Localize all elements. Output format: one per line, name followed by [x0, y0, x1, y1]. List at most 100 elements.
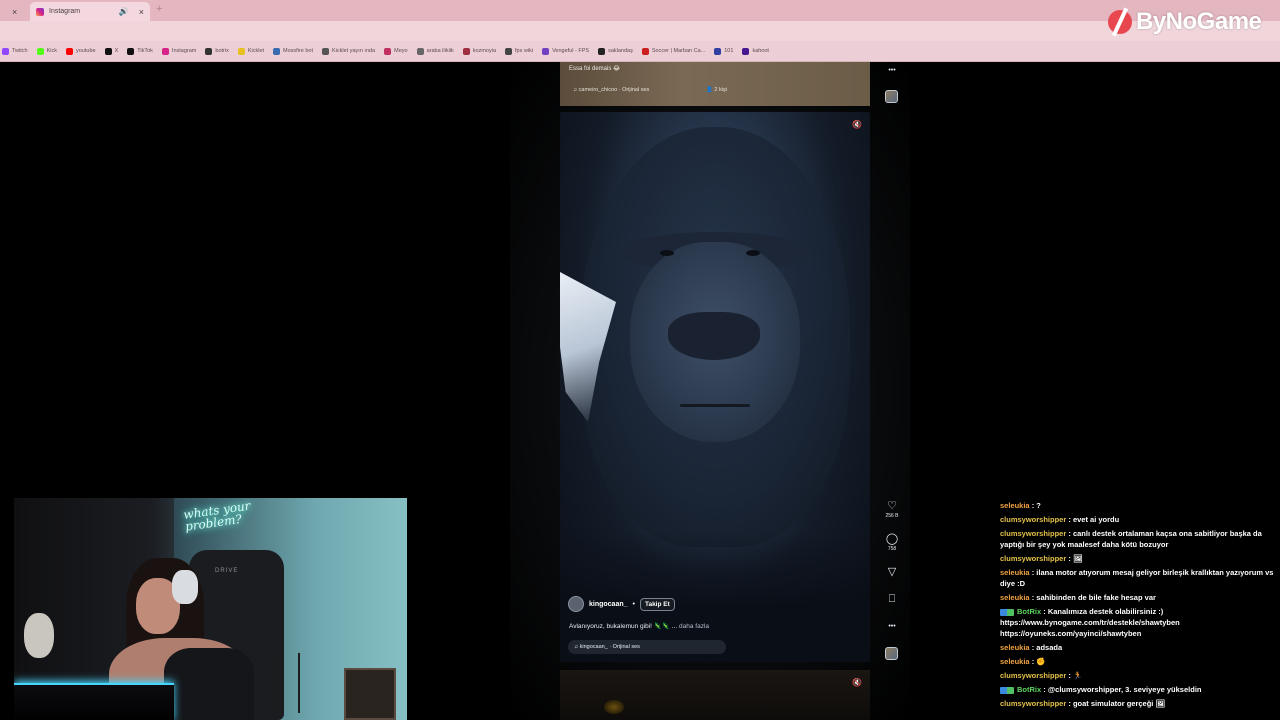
bookmark-favicon-icon — [237, 47, 245, 55]
bookmark-label: fps wiki — [515, 48, 534, 54]
chat-message: seleukia : adsada — [1000, 642, 1274, 653]
previous-reel-audio-label: cameiro_chicoo · Orijinal ses — [578, 87, 650, 93]
bookmark-item[interactable]: 101 — [714, 47, 734, 55]
chat-text: ? — [1036, 501, 1041, 510]
previous-reel-tagged-people[interactable]: 👤 2 kişi — [706, 87, 727, 93]
reel-audio-thumbnail[interactable] — [885, 647, 898, 660]
chat-separator: : — [1066, 671, 1073, 680]
address-bar[interactable] — [0, 21, 1280, 41]
gorilla-nose — [668, 312, 760, 360]
screen: × Instagram 🔊 × + Twitch Kick youtube X TikT… — [0, 0, 1280, 720]
chat-username[interactable]: seleukia — [1000, 643, 1030, 652]
bookmark-item[interactable]: TikTok — [127, 47, 153, 55]
chat-username[interactable]: clumsyworshipper — [1000, 529, 1066, 538]
bynogame-logo-icon — [1108, 10, 1132, 34]
comment-icon: ◯ — [885, 533, 899, 545]
bookmark-label: botrix — [215, 48, 229, 54]
chat-username[interactable]: clumsyworshipper — [1000, 671, 1066, 680]
browser-tab-bar: × Instagram 🔊 × + — [0, 0, 1280, 21]
bookmark-item[interactable]: Mossfire bot — [273, 47, 313, 55]
bookmark-item[interactable]: botrix — [205, 47, 229, 55]
bookmark-item[interactable]: Kick — [36, 47, 57, 55]
tripod — [276, 653, 300, 713]
chat-username[interactable]: seleukia — [1000, 593, 1030, 602]
chat-username[interactable]: seleukia — [1000, 501, 1030, 510]
share-button[interactable]: ▽ — [880, 566, 904, 578]
bookmark-favicon-icon — [104, 47, 112, 55]
new-tab-button[interactable]: + — [156, 3, 162, 15]
gorilla-eye-left — [660, 250, 674, 256]
bookmark-label: kahoot — [752, 48, 769, 54]
streamer-top — [164, 648, 254, 720]
current-reel-video[interactable]: 🔇 kingocaan_ • Takip Et Avlanıyoruz, buk… — [560, 112, 870, 662]
like-button[interactable]: ♡ 256 B — [880, 500, 904, 519]
separator-dot: • — [632, 600, 635, 608]
more-icon: ••• — [888, 67, 896, 74]
speaker-icon[interactable]: 🔊 — [119, 7, 129, 16]
chat-username[interactable]: seleukia — [1000, 657, 1030, 666]
avatar[interactable] — [568, 596, 584, 612]
bookmark-item[interactable]: Twitch — [2, 47, 28, 55]
bookmark-label: Soccer | Marban Ca... — [651, 48, 706, 54]
bookmark-favicon-icon — [127, 47, 135, 55]
bookmark-item[interactable]: Soccer | Marban Ca... — [641, 47, 706, 55]
chat-text: evet ai yordu — [1072, 515, 1120, 524]
more-options-button[interactable]: ••• — [880, 621, 904, 633]
bookmark-item[interactable]: Vengeful - FPS — [542, 47, 589, 55]
more-link[interactable]: daha fazla — [679, 623, 709, 630]
streamer-webcam: whats your problem? DRIVE — [14, 498, 407, 720]
bookmark-item[interactable]: Kicklet — [237, 47, 264, 55]
reel-caption: Avlanıyoruz, bukalemun gibi! 🦎🦎 ... daha… — [569, 622, 709, 630]
chat-username[interactable]: clumsyworshipper — [1000, 699, 1066, 708]
tab-instagram[interactable]: Instagram 🔊 × — [30, 2, 150, 21]
bookmark-item[interactable]: kahoot — [742, 47, 769, 55]
chat-username[interactable]: seleukia — [1000, 568, 1030, 577]
next-reel-light — [604, 700, 624, 714]
bookmark-item[interactable]: fps wiki — [505, 47, 534, 55]
bookmark-item[interactable]: Meyo — [384, 47, 408, 55]
bookmark-label: 101 — [724, 48, 734, 54]
bookmark-item[interactable]: Instagram — [161, 47, 197, 55]
bookmark-label: X — [114, 48, 119, 54]
bookmark-item[interactable]: X — [104, 47, 119, 55]
bookmark-item[interactable]: saklandaş — [598, 47, 633, 55]
next-reel[interactable]: 🔇 — [560, 670, 870, 720]
bookmark-favicon-icon — [542, 47, 550, 55]
bookmark-label: Twitch — [12, 48, 28, 54]
tab-previous[interactable]: × — [0, 2, 28, 21]
reel-username[interactable]: kingocaan_ — [589, 601, 628, 608]
follow-button[interactable]: Takip Et — [639, 597, 675, 611]
reel-audio-pill[interactable]: ♫ kingocaan_ · Orijinal ses — [568, 640, 726, 654]
close-icon[interactable]: × — [12, 7, 17, 17]
close-icon[interactable]: × — [139, 7, 144, 17]
previous-reel-audio-thumbnail[interactable] — [885, 90, 898, 103]
save-button[interactable]: ⎕ — [880, 593, 904, 605]
bookmark-item[interactable]: Kicklet yayın ında — [322, 47, 375, 55]
bookmark-item[interactable]: araba ilikiik — [416, 47, 454, 55]
reel-author: kingocaan_ • Takip Et — [568, 596, 675, 612]
bookmark-label: Instagram — [171, 48, 197, 54]
chat-username[interactable]: clumsyworshipper — [1000, 554, 1066, 563]
bookmark-label: youtube — [75, 48, 96, 54]
comment-button[interactable]: ◯ 758 — [880, 533, 904, 552]
bookmark-favicon-icon — [416, 47, 424, 55]
chat-username[interactable]: clumsyworshipper — [1000, 515, 1066, 524]
chat-message: clumsyworshipper : evet ai yordu — [1000, 514, 1274, 525]
previous-reel[interactable]: Essa foi demais 😂 ♫ cameiro_chicoo · Ori… — [560, 62, 870, 106]
mute-icon[interactable]: 🔇 — [852, 120, 862, 129]
chat-text: 🖼 — [1072, 554, 1083, 563]
chat-username[interactable]: BotRix — [1017, 607, 1041, 616]
bookmark-item[interactable]: kozmoyia — [462, 47, 496, 55]
bookmark-item[interactable]: youtube — [65, 47, 96, 55]
chat-separator: : — [1041, 607, 1048, 616]
chat-username[interactable]: BotRix — [1017, 685, 1041, 694]
bookmark-label: saklandaş — [608, 48, 633, 54]
more-options-top[interactable]: ••• — [880, 65, 904, 77]
previous-reel-audio[interactable]: ♫ cameiro_chicoo · Orijinal ses — [573, 87, 649, 93]
bookmarks-bar: Twitch Kick youtube X TikTok Instagram botrix K… — [0, 41, 1280, 62]
chat-message: BotRix : Kanalımıza destek olabilirsiniz… — [1000, 606, 1274, 639]
gorilla-eye-right — [746, 250, 760, 256]
chat-separator: : — [1041, 685, 1048, 694]
mute-icon[interactable]: 🔇 — [852, 678, 862, 687]
bookmark-favicon-icon — [505, 47, 513, 55]
